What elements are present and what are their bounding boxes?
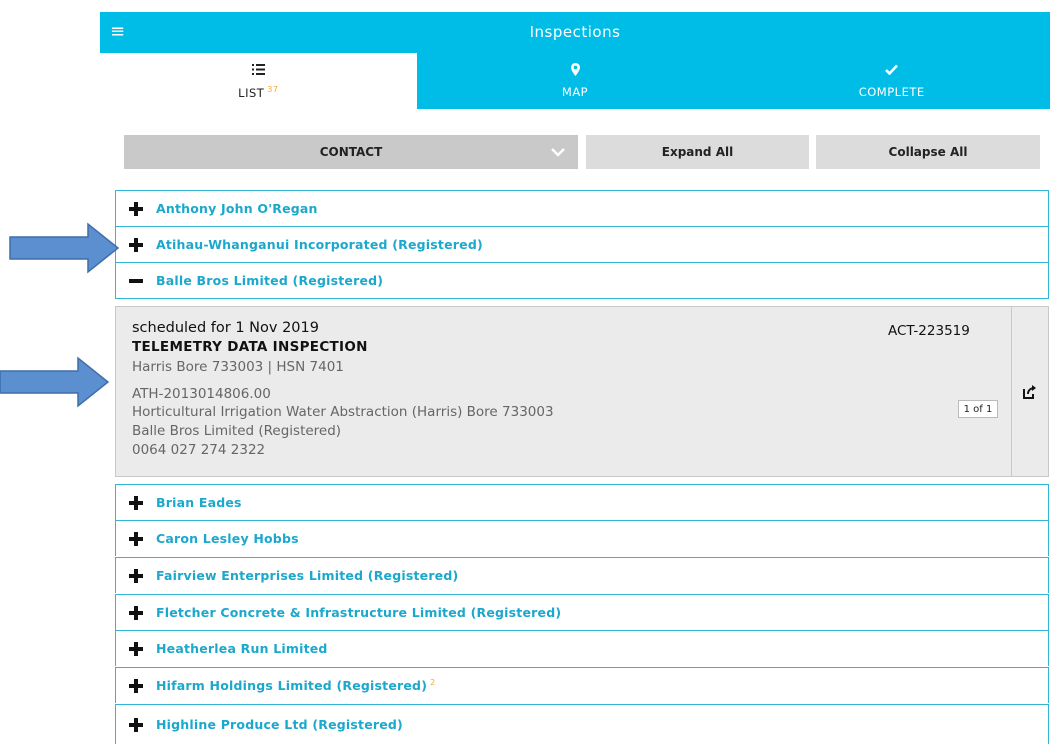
contact-group-row[interactable]: Caron Lesley Hobbs bbox=[115, 520, 1049, 556]
checkmark-icon bbox=[885, 63, 899, 81]
inspection-site: Harris Bore 733003 | HSN 7401 bbox=[132, 359, 344, 375]
contact-phone: 0064 027 274 2322 bbox=[132, 442, 266, 458]
plus-icon bbox=[129, 237, 143, 252]
contact-group-label: Anthony John O'Regan bbox=[156, 201, 318, 216]
share-external-icon bbox=[1023, 385, 1036, 399]
activity-id: ACT-223519 bbox=[888, 323, 970, 339]
expand-all-button[interactable]: Expand All bbox=[586, 135, 809, 169]
contact-group-label: Brian Eades bbox=[156, 495, 242, 510]
inspection-type: TELEMETRY DATA INSPECTION bbox=[132, 339, 368, 355]
contact-group-row[interactable]: Anthony John O'Regan bbox=[115, 190, 1049, 226]
open-inspection-button[interactable] bbox=[1011, 307, 1048, 476]
plus-icon bbox=[129, 605, 143, 620]
plus-icon bbox=[129, 495, 143, 510]
tab-complete[interactable]: COMPLETE bbox=[733, 53, 1050, 109]
page-title: Inspections bbox=[529, 23, 621, 41]
annotation-arrow-icon bbox=[9, 222, 120, 274]
contact-group-count: 2 bbox=[430, 677, 436, 687]
collapse-all-button[interactable]: Collapse All bbox=[816, 135, 1040, 169]
consent-description: Horticultural Irrigation Water Abstracti… bbox=[132, 404, 554, 420]
list-icon bbox=[251, 63, 265, 81]
consent-number: ATH-2013014806.00 bbox=[132, 386, 271, 402]
minus-icon bbox=[129, 274, 143, 288]
contact-group-label: Highline Produce Ltd (Registered) bbox=[156, 717, 403, 732]
map-pin-icon bbox=[570, 63, 580, 81]
plus-icon bbox=[129, 678, 143, 693]
plus-icon bbox=[129, 641, 143, 656]
contact-group-label: Heatherlea Run Limited bbox=[156, 641, 328, 656]
contact-group-label: Caron Lesley Hobbs bbox=[156, 531, 299, 546]
app-header: ≡ Inspections bbox=[100, 12, 1050, 53]
plus-icon bbox=[129, 201, 143, 216]
tab-complete-label: COMPLETE bbox=[858, 85, 925, 99]
contact-group-row[interactable]: Brian Eades bbox=[115, 484, 1049, 520]
plus-icon bbox=[129, 531, 143, 546]
plus-icon bbox=[129, 717, 143, 732]
contact-group-label: Balle Bros Limited (Registered) bbox=[156, 273, 384, 288]
plus-icon bbox=[129, 568, 143, 583]
contact-group-row[interactable]: Atihau-Whanganui Incorporated (Registere… bbox=[115, 226, 1049, 262]
annotation-arrow-icon bbox=[0, 356, 110, 408]
contact-group-row[interactable]: Highline Produce Ltd (Registered) bbox=[115, 704, 1049, 744]
tab-map-label: MAP bbox=[561, 85, 589, 99]
scheduled-date: scheduled for 1 Nov 2019 bbox=[132, 320, 319, 336]
tab-map[interactable]: MAP bbox=[416, 53, 734, 109]
tab-list[interactable]: LIST 37 bbox=[100, 53, 417, 109]
contact-group-row[interactable]: Fairview Enterprises Limited (Registered… bbox=[115, 557, 1049, 593]
contact-group-label: Fairview Enterprises Limited (Registered… bbox=[156, 568, 459, 583]
tab-list-label: LIST bbox=[238, 85, 265, 100]
contact-group-row[interactable]: Heatherlea Run Limited bbox=[115, 630, 1049, 666]
contact-group-label: Hifarm Holdings Limited (Registered) 2 bbox=[156, 678, 435, 693]
contact-group-row[interactable]: Hifarm Holdings Limited (Registered) 2 bbox=[115, 667, 1049, 703]
inspection-card[interactable]: scheduled for 1 Nov 2019 TELEMETRY DATA … bbox=[115, 306, 1049, 477]
contact-group-name: Hifarm Holdings Limited (Registered) bbox=[156, 678, 428, 694]
sort-by-select[interactable]: CONTACT bbox=[124, 135, 578, 169]
page-indicator: 1 of 1 bbox=[958, 400, 998, 418]
tab-list-count: 37 bbox=[267, 84, 279, 94]
contact-group-row-expanded[interactable]: Balle Bros Limited (Registered) bbox=[115, 262, 1049, 299]
contact-group-row[interactable]: Fletcher Concrete & Infrastructure Limit… bbox=[115, 594, 1049, 630]
contact-group-label: Fletcher Concrete & Infrastructure Limit… bbox=[156, 605, 562, 620]
view-tabs: LIST 37 MAP COMPLETE bbox=[100, 53, 1050, 109]
chevron-down-icon bbox=[548, 142, 568, 162]
sort-by-value: CONTACT bbox=[319, 145, 383, 159]
contact-group-label: Atihau-Whanganui Incorporated (Registere… bbox=[156, 237, 483, 252]
consent-holder: Balle Bros Limited (Registered) bbox=[132, 423, 342, 439]
